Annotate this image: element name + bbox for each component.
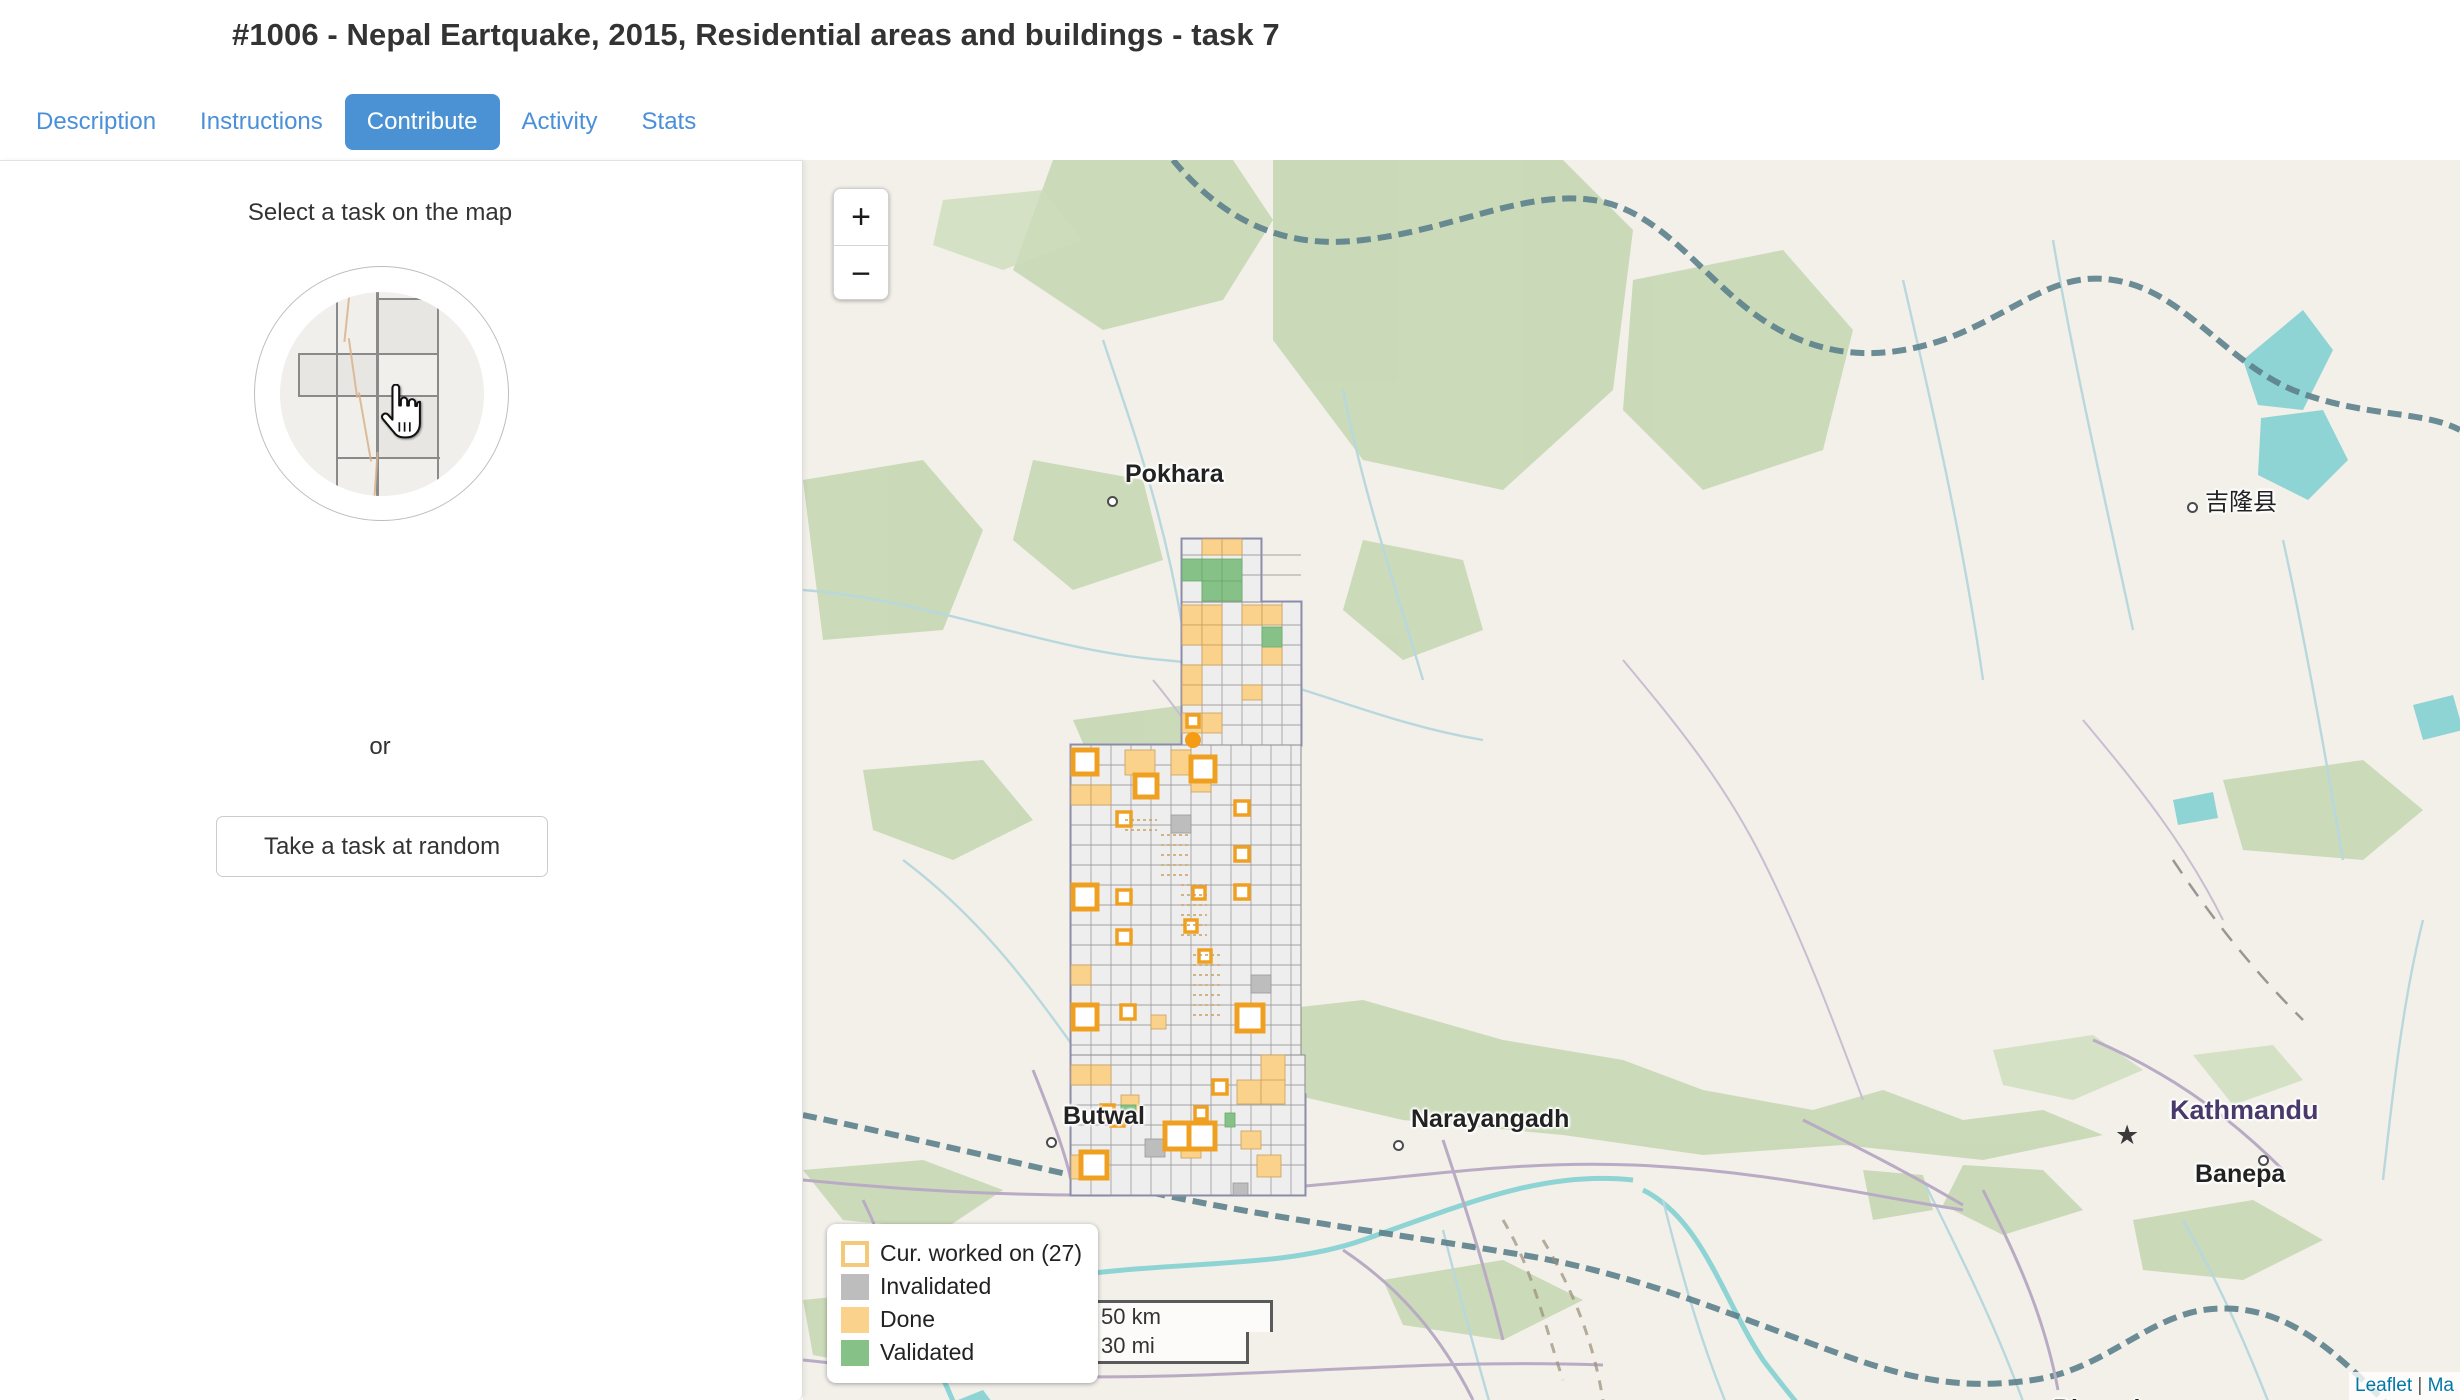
mini-map-preview — [279, 291, 484, 496]
tab-stats[interactable]: Stats — [620, 94, 719, 150]
legend-label-current: Cur. worked on (27) — [880, 1240, 1082, 1266]
scale-imperial: 30 mi — [1091, 1332, 1249, 1364]
map-marker-butwal — [1046, 1137, 1057, 1148]
map-basemap — [803, 160, 2460, 1400]
attribution-separator: | — [2417, 1375, 2423, 1396]
panel-heading: Select a task on the map — [247, 199, 513, 226]
tab-contribute[interactable]: Contribute — [344, 94, 500, 150]
legend-swatch-invalidated — [841, 1273, 869, 1300]
leaflet-link[interactable]: Leaflet — [2355, 1375, 2412, 1396]
map-marker-banepa — [2258, 1155, 2269, 1166]
map-attribution: Leaflet | Ma — [2349, 1372, 2460, 1400]
map-legend: Cur. worked on (27) Invalidated Done Val… — [827, 1224, 1098, 1383]
map-marker-narayangadh — [1393, 1140, 1404, 1151]
legend-label-validated: Validated — [880, 1339, 975, 1365]
contribute-panel: Select a task on the map or Take a task … — [0, 160, 803, 1400]
tab-activity[interactable]: Activity — [500, 94, 620, 150]
legend-swatch-validated — [841, 1339, 869, 1366]
legend-item-current: Cur. worked on (27) — [841, 1237, 1082, 1270]
page-title: #1006 - Nepal Eartquake, 2015, Residenti… — [232, 17, 1280, 52]
legend-swatch-current — [841, 1240, 869, 1267]
legend-item-validated: Validated — [841, 1336, 1082, 1369]
zoom-out-button[interactable]: − — [834, 245, 888, 299]
legend-item-invalidated: Invalidated — [841, 1270, 1082, 1303]
legend-swatch-done — [841, 1306, 869, 1333]
attribution-rest: Ma — [2427, 1375, 2454, 1396]
leaflet-map[interactable]: Pokhara Butwal Narayangadh Kathmandu ★ B… — [803, 160, 2460, 1400]
take-a-task-at-random-button[interactable]: Take a task at random — [216, 816, 548, 877]
tab-description[interactable]: Description — [14, 94, 178, 150]
map-marker-jilong-county — [2187, 502, 2198, 513]
map-marker-pokhara — [1107, 496, 1118, 507]
map-scale-bar: 50 km 30 mi — [1091, 1300, 1273, 1364]
tab-bar: Description Instructions Contribute Acti… — [0, 85, 2460, 159]
select-task-on-map-button[interactable] — [254, 266, 509, 521]
legend-label-invalidated: Invalidated — [880, 1273, 992, 1299]
legend-label-done: Done — [880, 1306, 935, 1332]
zoom-controls: + − — [833, 188, 889, 300]
scale-metric: 50 km — [1091, 1300, 1273, 1332]
tab-instructions[interactable]: Instructions — [178, 94, 345, 150]
zoom-in-button[interactable]: + — [834, 189, 888, 245]
task-grid-overlay[interactable] — [1065, 535, 1585, 1235]
app-root: #1006 - Nepal Eartquake, 2015, Residenti… — [0, 0, 2460, 1400]
legend-item-done: Done — [841, 1303, 1082, 1336]
capital-star-icon: ★ — [2115, 1120, 2140, 1150]
or-separator-label: or — [369, 733, 391, 760]
pointing-hand-cursor-icon — [380, 383, 421, 438]
